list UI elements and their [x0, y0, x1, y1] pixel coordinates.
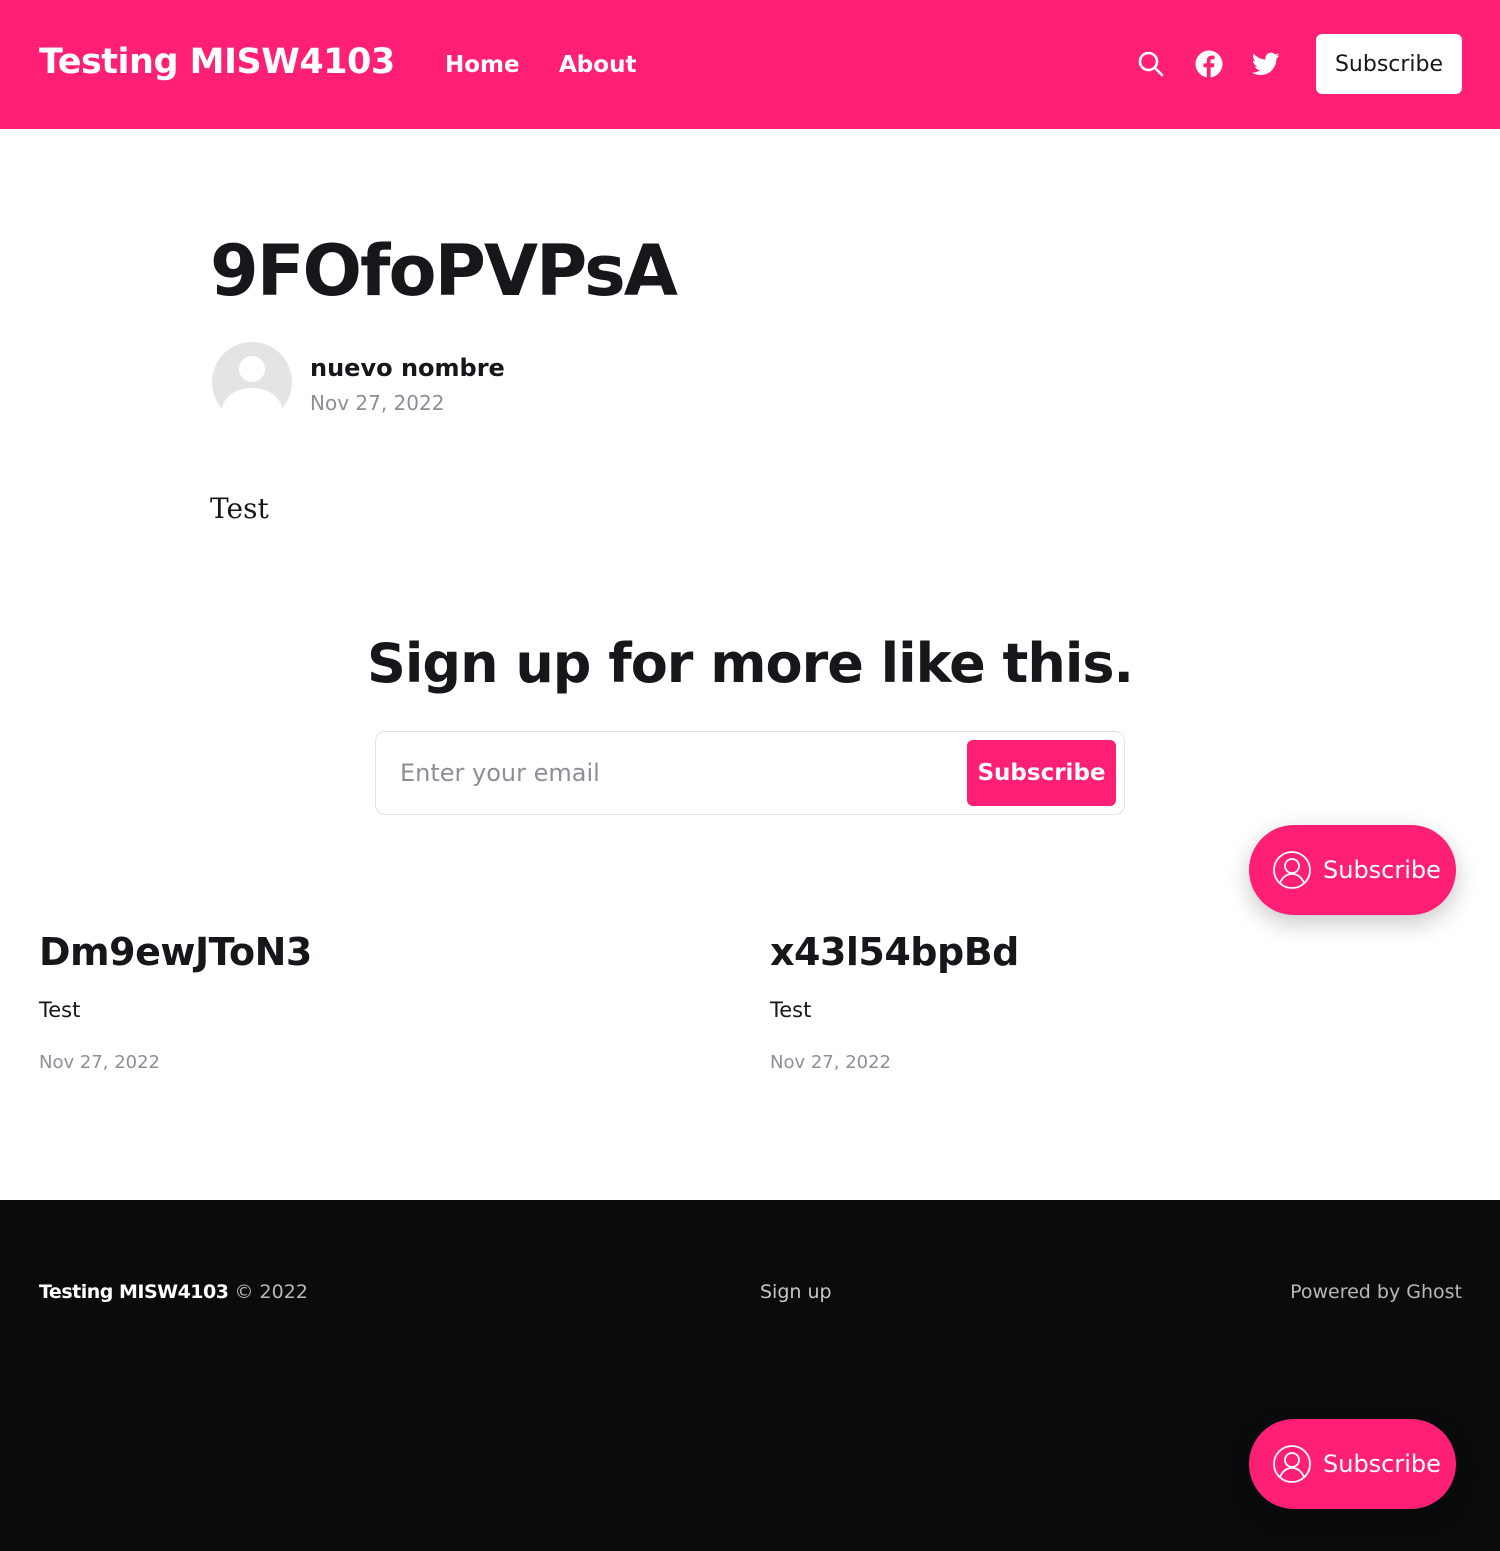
cta-subscribe-button[interactable]: Subscribe: [967, 740, 1116, 806]
post-card-title[interactable]: x43l54bpBd: [770, 930, 1450, 974]
portal-subscribe-button[interactable]: Subscribe: [1249, 825, 1456, 915]
footer-signup-link[interactable]: Sign up: [760, 1281, 832, 1303]
post-card[interactable]: Dm9ewJToN3 Test Nov 27, 2022: [39, 930, 719, 1073]
cta-form: Subscribe: [375, 731, 1125, 815]
nav-home[interactable]: Home: [445, 52, 520, 78]
site-header: Testing MISW4103 Home About Subscribe: [0, 0, 1500, 129]
user-circle-icon: [1273, 851, 1311, 889]
post-card-date: Nov 27, 2022: [39, 1052, 161, 1073]
post-date: Nov 27, 2022: [310, 391, 445, 415]
user-circle-icon: [1273, 1445, 1311, 1483]
post-card-title[interactable]: Dm9ewJToN3: [39, 930, 719, 974]
post-card-excerpt: Test: [770, 998, 812, 1022]
footer-brand-link[interactable]: Testing MISW4103: [39, 1281, 229, 1303]
post-title: 9FOfoPVPsA: [210, 230, 678, 312]
portal-subscribe-label: Subscribe: [1323, 1450, 1441, 1478]
post-card-excerpt: Test: [39, 998, 81, 1022]
search-icon[interactable]: [1137, 50, 1165, 78]
author-name[interactable]: nuevo nombre: [310, 354, 505, 382]
header-subscribe-button[interactable]: Subscribe: [1316, 34, 1462, 94]
facebook-icon[interactable]: [1195, 50, 1223, 78]
cta-title: Sign up for more like this.: [367, 632, 1134, 695]
author-avatar[interactable]: [212, 342, 292, 422]
post-card[interactable]: x43l54bpBd Test Nov 27, 2022: [770, 930, 1450, 1073]
powered-by-ghost-link[interactable]: Powered by Ghost: [1290, 1281, 1462, 1303]
footer-copyright-text: © 2022: [234, 1281, 308, 1303]
footer-copyright: Testing MISW4103 © 2022: [39, 1281, 308, 1303]
post-card-date: Nov 27, 2022: [770, 1052, 892, 1073]
email-input[interactable]: [376, 732, 961, 814]
nav-about[interactable]: About: [559, 52, 636, 78]
user-avatar-icon: [213, 343, 291, 422]
portal-subscribe-label: Subscribe: [1323, 856, 1441, 884]
site-title[interactable]: Testing MISW4103: [39, 42, 395, 82]
post-content: Test: [210, 492, 269, 525]
portal-subscribe-button[interactable]: Subscribe: [1249, 1419, 1456, 1509]
twitter-icon[interactable]: [1251, 50, 1280, 78]
